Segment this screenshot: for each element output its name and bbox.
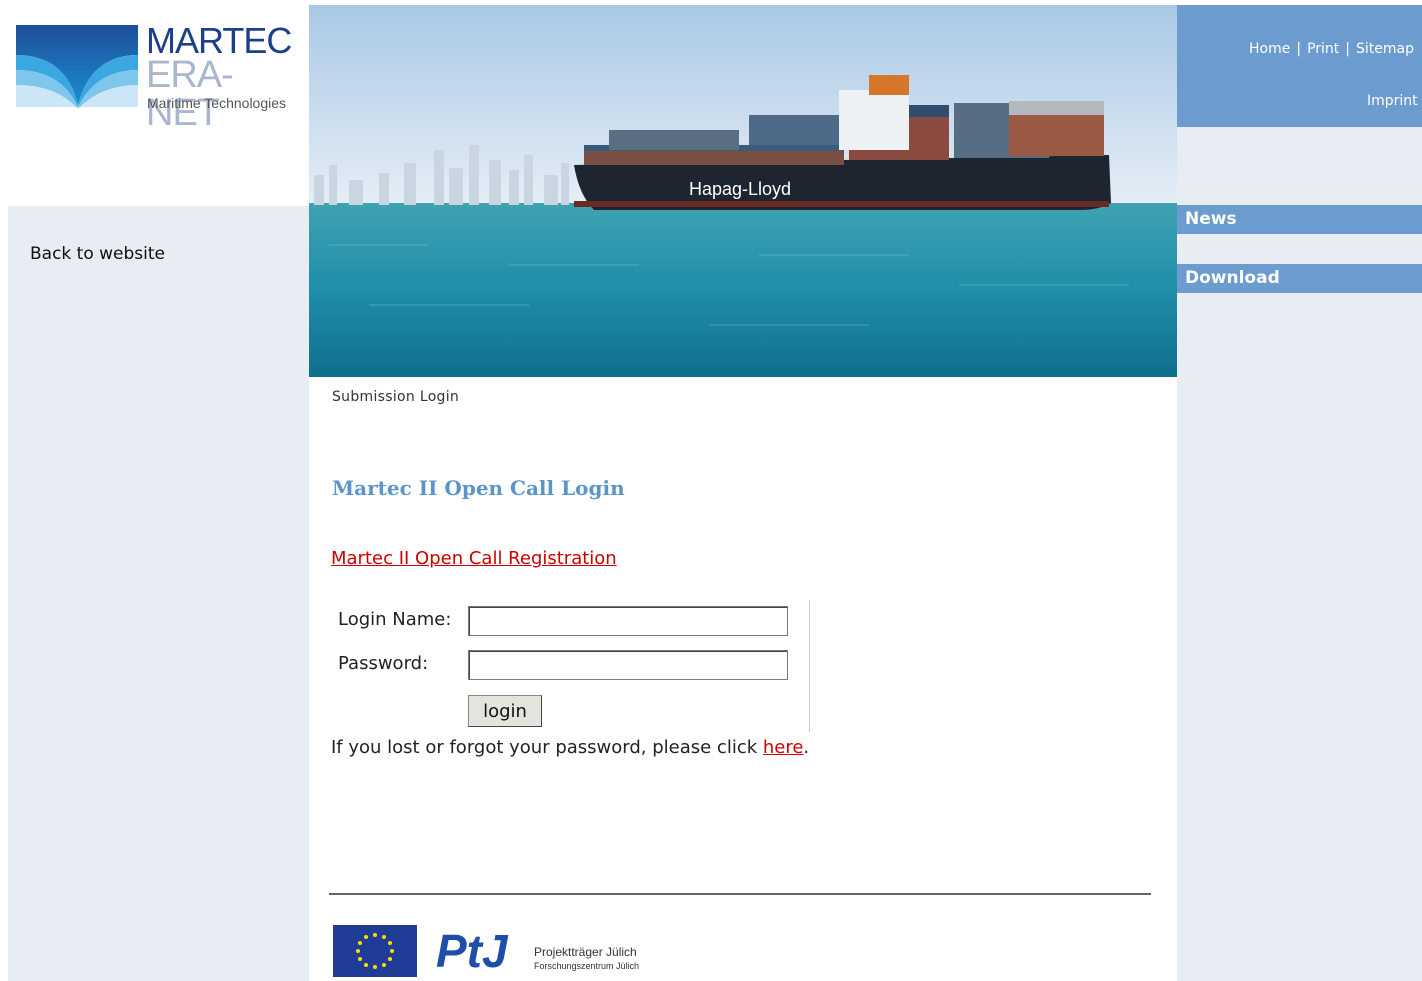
- hero-ship-text: Hapag-Lloyd: [689, 179, 791, 199]
- footer-divider: [329, 893, 1151, 895]
- right-sidebar: Home | Print | Sitemap Imprint News Download: [1177, 5, 1422, 981]
- forgot-password-text: If you lost or forgot your password, ple…: [331, 737, 809, 758]
- forgot-text: If you lost or forgot your password, ple…: [331, 737, 763, 758]
- form-divider: [809, 600, 810, 732]
- menu-item-download[interactable]: Download: [1177, 264, 1422, 293]
- top-nav-bar: Home | Print | Sitemap Imprint: [1177, 5, 1422, 127]
- ptj-mark: PtJ: [436, 925, 508, 977]
- imprint-link[interactable]: Imprint: [1367, 93, 1418, 109]
- menu-item-news[interactable]: News: [1177, 205, 1422, 234]
- password-input[interactable]: [468, 650, 788, 680]
- top-nav-links: Home | Print | Sitemap: [1249, 41, 1414, 57]
- login-name-label: Login Name:: [338, 609, 452, 630]
- forgot-end: .: [803, 737, 810, 758]
- page-title: Martec II Open Call Login: [332, 476, 625, 500]
- logo-wave-icon: [16, 25, 138, 109]
- back-to-website-link[interactable]: Back to website: [30, 244, 165, 264]
- login-button[interactable]: login: [468, 695, 542, 727]
- forgot-password-link[interactable]: here: [763, 737, 804, 758]
- eu-flag-icon: [333, 925, 417, 977]
- menu-item-label: Download: [1185, 268, 1280, 288]
- martec-logo[interactable]: MARTEC ERA-NET Maritime Technologies: [16, 20, 296, 132]
- sitemap-link[interactable]: Sitemap: [1356, 41, 1414, 57]
- login-name-input[interactable]: [468, 606, 788, 636]
- registration-link[interactable]: Martec II Open Call Registration: [331, 548, 617, 569]
- ptj-line2: Forschungszentrum Jülich: [534, 961, 640, 971]
- left-sidebar: Back to website: [8, 206, 309, 981]
- password-label: Password:: [338, 653, 429, 674]
- hero-image: Hapag-Lloyd: [309, 5, 1177, 377]
- menu-item-label: News: [1185, 209, 1237, 229]
- ptj-logo: PtJ Projektträger Jülich Forschungszentr…: [436, 925, 656, 977]
- breadcrumb: Submission Login: [332, 389, 460, 405]
- ptj-line1: Projektträger Jülich: [534, 945, 637, 959]
- home-link[interactable]: Home: [1249, 41, 1290, 57]
- nav-separator: |: [1296, 41, 1302, 57]
- logo-subtitle: ERA-NET: [146, 54, 234, 134]
- print-link[interactable]: Print: [1307, 41, 1339, 57]
- nav-separator: |: [1345, 41, 1351, 57]
- logo-tagline: Maritime Technologies: [147, 95, 287, 111]
